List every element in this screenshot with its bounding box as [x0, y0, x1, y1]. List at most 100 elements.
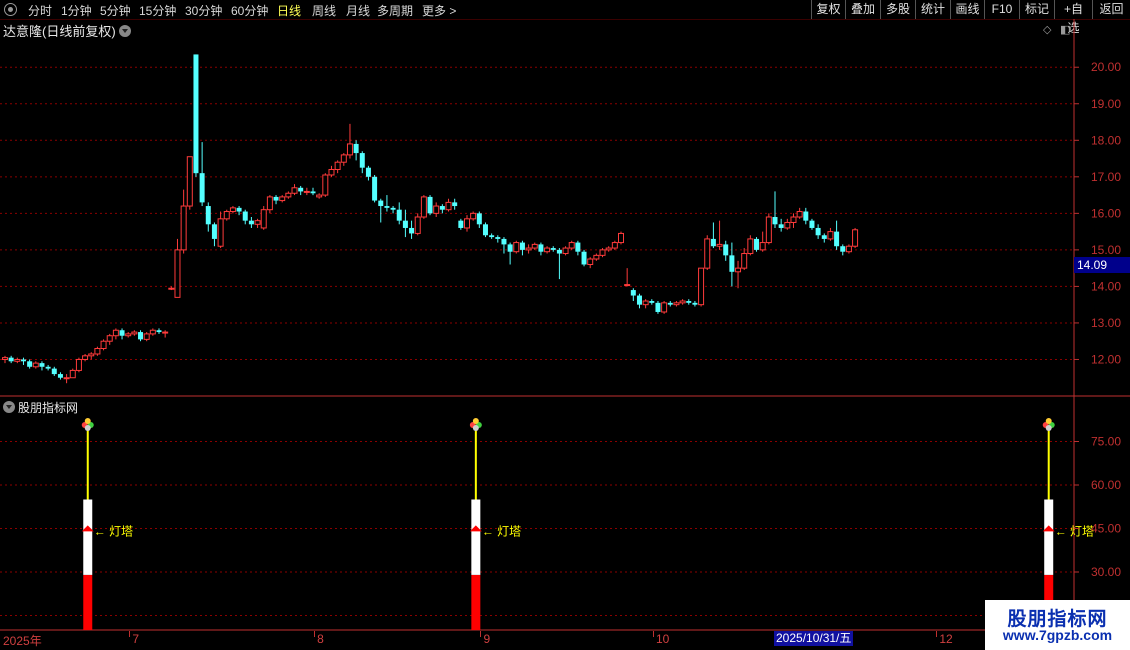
candle — [125, 332, 132, 338]
candle — [174, 238, 181, 298]
candle — [94, 346, 101, 356]
candle — [316, 193, 323, 199]
tower-indicator-series: ← 灯塔 ← 灯塔 ← 灯塔 — [81, 418, 1094, 630]
candle — [636, 293, 642, 309]
candle — [439, 204, 445, 214]
candle-body — [525, 247, 532, 251]
tower-red-base — [83, 574, 93, 630]
lamp-dot — [84, 418, 91, 424]
tower-label: ← 灯塔 — [482, 524, 521, 538]
y-tick-label: 20.00 — [1091, 60, 1121, 74]
candle — [414, 213, 421, 236]
candle — [260, 206, 267, 230]
candle — [340, 153, 347, 166]
candle — [834, 220, 840, 250]
lamp-dot — [472, 425, 479, 431]
candle — [772, 191, 778, 228]
candle-body — [489, 235, 495, 238]
candle-body — [593, 254, 600, 260]
candle — [704, 235, 711, 270]
candle — [519, 240, 525, 256]
candle — [827, 227, 834, 241]
candle-body — [14, 358, 21, 362]
candle-body — [119, 330, 125, 336]
candle-body — [587, 258, 594, 265]
candle-body — [223, 211, 230, 220]
candle — [402, 209, 408, 238]
candle-body — [378, 200, 384, 207]
candle-body — [414, 216, 421, 234]
candle — [223, 209, 230, 221]
candle-body — [266, 196, 273, 211]
x-tick-label: 7 — [132, 632, 140, 646]
candle-body — [710, 238, 716, 247]
candle-body — [291, 187, 298, 194]
candle-body — [765, 216, 772, 244]
x-tick-mark — [129, 631, 131, 637]
candle — [334, 160, 341, 174]
watermark-logo: 股朋指标网 www.7gpzb.com — [985, 600, 1130, 650]
candle-body — [162, 331, 169, 334]
y-tick-label: 19.00 — [1091, 97, 1121, 111]
candle — [661, 301, 668, 314]
candle-body — [550, 248, 556, 250]
candle — [273, 195, 279, 205]
candle — [353, 140, 359, 161]
candle — [427, 195, 433, 216]
candle-body — [716, 243, 723, 247]
candle — [162, 330, 169, 338]
candle-body — [94, 348, 101, 355]
candle-body — [229, 207, 236, 213]
candle-body — [310, 191, 316, 194]
candle — [642, 299, 649, 309]
tower: ← 灯塔 — [1042, 418, 1094, 630]
candle-body — [605, 247, 612, 251]
candle — [581, 249, 587, 267]
candle — [365, 165, 371, 181]
candle-body — [723, 244, 729, 256]
y-tick-label: 60.00 — [1091, 478, 1121, 492]
candle-body — [568, 242, 575, 249]
candle — [131, 330, 138, 336]
candle-body — [575, 242, 581, 252]
x-tick-label: 10 — [655, 632, 670, 646]
candle-body — [131, 331, 138, 335]
candle-body — [180, 205, 187, 251]
candle-body — [544, 247, 551, 253]
candle-body — [211, 224, 217, 239]
candle — [729, 242, 735, 287]
y-tick-label: 30.00 — [1091, 565, 1121, 579]
tower-white-segment — [471, 499, 481, 575]
indicator-title[interactable]: 股朋指标网 — [3, 399, 78, 416]
candle-body — [328, 169, 335, 176]
candle — [149, 328, 156, 336]
candle-body — [199, 173, 205, 203]
candle — [199, 142, 205, 207]
x-tick-label: 9 — [483, 632, 491, 646]
candle — [378, 198, 384, 223]
tower-label: ← 灯塔 — [94, 524, 133, 538]
candle-body — [27, 361, 33, 367]
candle-body — [82, 355, 89, 360]
price-axis: 12.00 13.00 14.00 15.00 16.00 17.00 18.00 19.00… — [1074, 60, 1121, 366]
candle — [32, 361, 39, 369]
candle — [156, 328, 162, 334]
candle — [205, 202, 211, 232]
candle-body — [630, 290, 636, 296]
tower-red-base — [471, 574, 481, 630]
candle-body — [754, 238, 760, 250]
candle-body — [433, 205, 440, 214]
candle — [420, 195, 427, 219]
candle — [531, 242, 538, 250]
candle — [593, 253, 600, 261]
candle-body — [852, 229, 859, 247]
candle-body — [205, 206, 211, 225]
chevron-down-icon[interactable] — [3, 401, 15, 413]
candle-body — [538, 244, 544, 252]
candle-body — [390, 207, 396, 210]
candle — [723, 240, 729, 261]
candle — [409, 220, 415, 239]
candle — [759, 231, 766, 252]
candle-body — [69, 369, 76, 379]
candle-body — [458, 220, 464, 228]
